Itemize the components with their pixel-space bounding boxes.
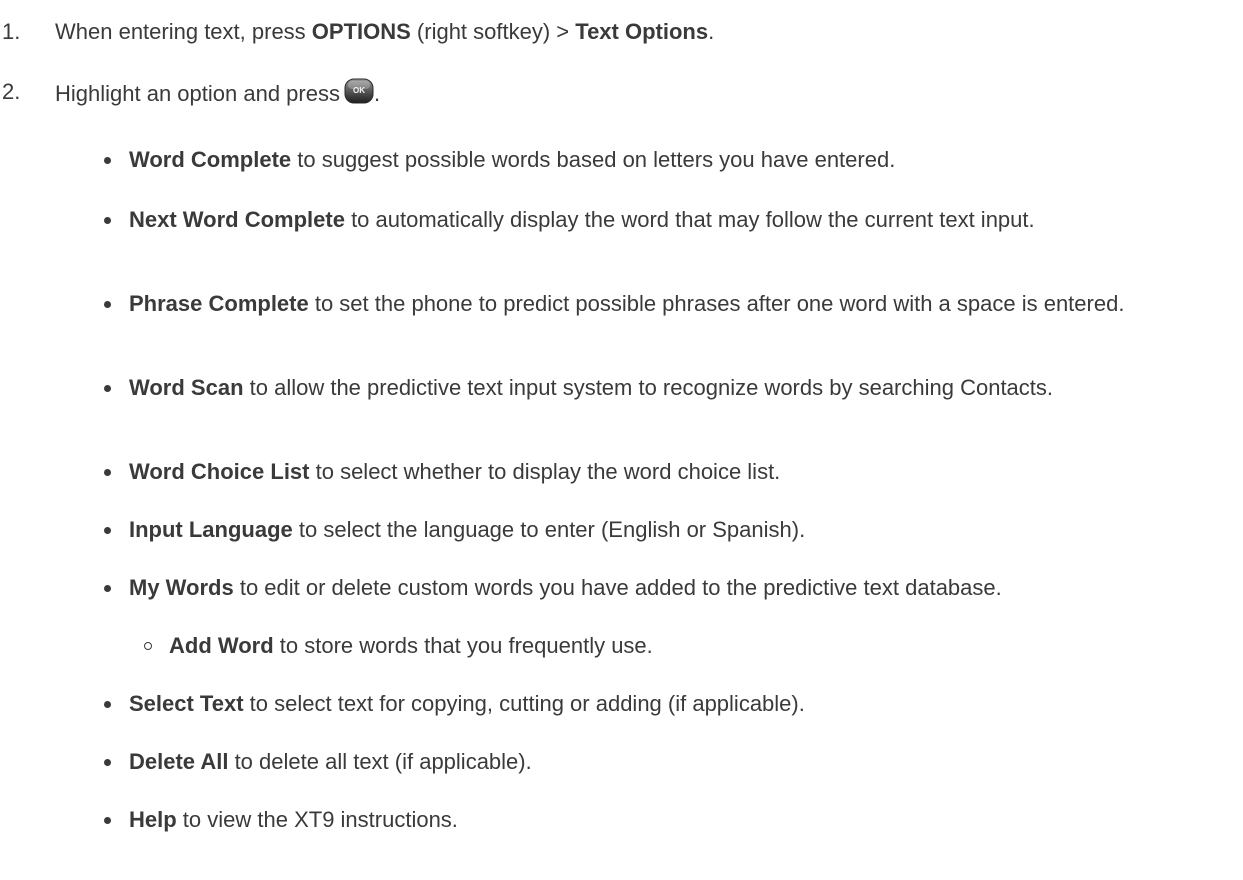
bullet-dot — [104, 759, 111, 766]
option-term: Phrase Complete — [129, 291, 309, 316]
bullet-dot — [104, 527, 111, 534]
option-term: Add Word — [169, 633, 274, 658]
options-softkey-label: OPTIONS — [311, 19, 411, 44]
bullet-dot — [104, 157, 111, 164]
option-term: My Words — [129, 575, 234, 600]
option-term: Help — [129, 807, 177, 832]
option-description: to select text for copying, cutting or a… — [243, 691, 805, 716]
option-description: to select whether to display the word ch… — [309, 459, 781, 484]
bullet-dot — [104, 301, 111, 308]
option-term: Word Scan — [129, 375, 244, 400]
step-number: 2. — [2, 79, 21, 104]
option-term: Select Text — [129, 691, 244, 716]
bullet-dot — [104, 217, 111, 224]
bullet-dot — [104, 701, 111, 708]
option-description: to allow the predictive text input syste… — [243, 375, 1054, 400]
option-term: Word Complete — [129, 147, 292, 172]
bullet-dot — [104, 817, 111, 824]
step-text-part: Highlight an option and press — [55, 81, 340, 106]
option-term: Delete All — [129, 749, 229, 774]
option-description: to select the language to enter (English… — [292, 517, 806, 542]
ok-button-icon: OK — [344, 78, 374, 104]
step-text-part: When entering text, press — [55, 19, 312, 44]
option-description: to delete all text (if applicable). — [228, 749, 532, 774]
bullet-dot — [104, 585, 111, 592]
ok-icon-label: OK — [353, 86, 365, 95]
step-text: When entering text, press OPTIONS (right… — [55, 18, 714, 46]
step-number: 1. — [2, 19, 21, 44]
option-description: to suggest possible words based on lette… — [291, 147, 896, 172]
option-description: to automatically display the word that m… — [344, 207, 1035, 232]
step-text: Highlight an option and press OK . — [55, 78, 380, 108]
step-text-part: . — [373, 81, 381, 106]
option-description: to view the XT9 instructions. — [176, 807, 458, 832]
step-text-part: . — [708, 19, 715, 44]
option-term: Word Choice List — [129, 459, 310, 484]
option-term: Input Language — [129, 517, 293, 542]
bullet-dot — [104, 469, 111, 476]
sub-bullet-circle — [144, 642, 152, 650]
text-options-menu-label: Text Options — [575, 19, 709, 44]
bullet-dot — [104, 385, 111, 392]
option-term: Next Word Complete — [129, 207, 345, 232]
option-description: to set the phone to predict possible phr… — [308, 291, 1125, 316]
step-text-part: (right softkey) > — [410, 19, 576, 44]
option-description: to edit or delete custom words you have … — [233, 575, 1002, 600]
option-description: to store words that you frequently use. — [273, 633, 653, 658]
